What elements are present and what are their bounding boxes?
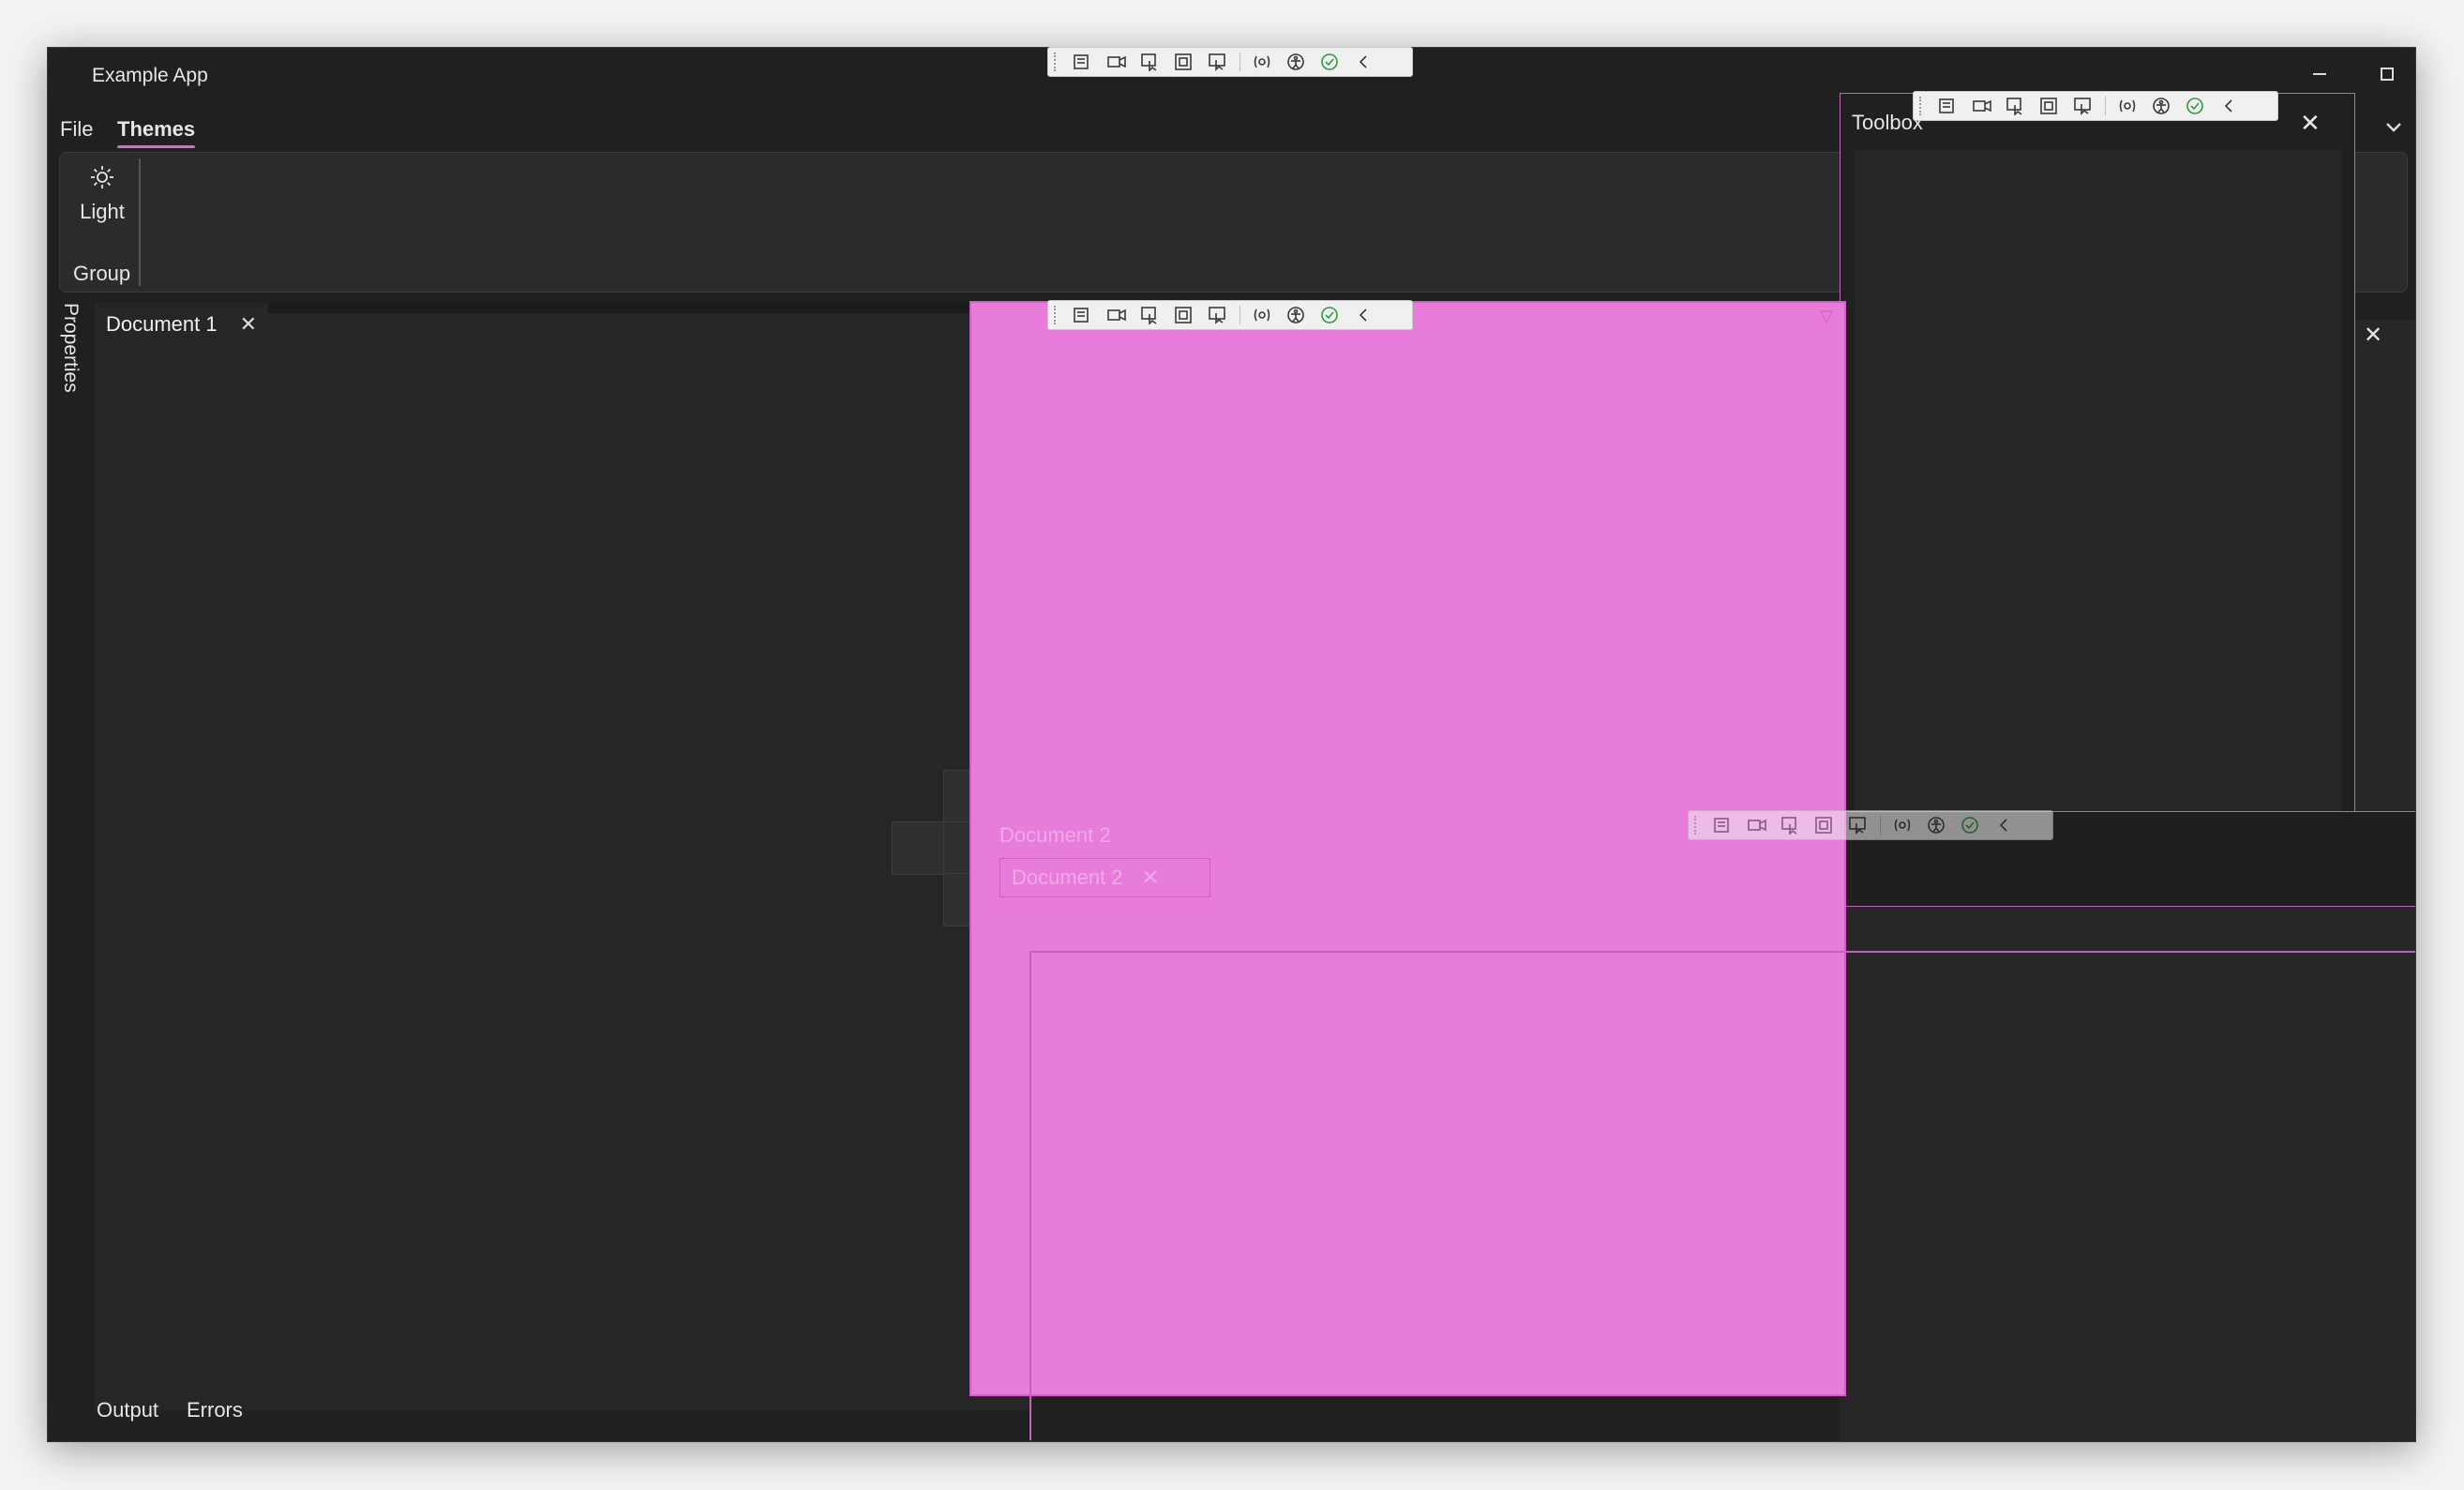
properties-sidebar-tab[interactable]: Properties	[55, 303, 83, 406]
collapse-icon[interactable]	[1351, 305, 1375, 325]
dragging-document-label: Document 2	[999, 823, 1111, 847]
minimize-icon	[2313, 73, 2326, 75]
toolbar-separator	[1880, 816, 1881, 835]
track-focus-icon[interactable]	[1206, 305, 1230, 325]
binding-failures-icon[interactable]	[1250, 52, 1274, 72]
properties-label: Properties	[60, 303, 82, 393]
record-icon[interactable]	[1104, 305, 1129, 325]
live-tree-icon[interactable]	[1936, 96, 1961, 116]
dev-toolbar-top[interactable]	[1047, 47, 1413, 77]
dock-guide-left[interactable]	[892, 821, 945, 875]
track-focus-icon[interactable]	[1846, 815, 1871, 835]
check-icon[interactable]	[1317, 305, 1342, 325]
window-title: Example App	[92, 65, 208, 86]
select-element-icon[interactable]	[1779, 815, 1803, 835]
tab-document-1-label: Document 1	[106, 312, 218, 336]
record-icon[interactable]	[1104, 52, 1129, 72]
accessibility-icon[interactable]	[1924, 815, 1948, 835]
toolbox-close-icon[interactable]: ✕	[2300, 109, 2321, 138]
dev-toolbar-floating[interactable]	[1688, 810, 2053, 840]
ribbon-separator	[139, 158, 141, 286]
toolbar-separator	[2105, 97, 2106, 115]
select-element-icon[interactable]	[1138, 52, 1163, 72]
dock-target-overlay: Document 2 Document 2 ✕	[969, 301, 1846, 1396]
collapse-icon[interactable]	[2216, 96, 2241, 116]
dragging-document-tab-label: Document 2	[1012, 865, 1123, 889]
live-tree-icon[interactable]	[1071, 52, 1095, 72]
live-tree-icon[interactable]	[1071, 305, 1095, 325]
select-element-icon[interactable]	[1138, 305, 1163, 325]
binding-failures-icon[interactable]	[2115, 96, 2140, 116]
dragging-tab-close-icon: ✕	[1141, 865, 1160, 889]
toolbox-content	[1854, 150, 2341, 844]
tab-document-1[interactable]: Document 1 ✕	[95, 303, 268, 346]
display-layout-adorners-icon[interactable]	[1172, 52, 1196, 72]
binding-failures-icon[interactable]	[1250, 305, 1274, 325]
grip-icon[interactable]	[1054, 306, 1061, 324]
pin-icon: ▽	[1820, 307, 1833, 325]
accessibility-icon[interactable]	[2149, 96, 2173, 116]
toolbox-panel: Toolbox ✕	[1840, 93, 2355, 852]
check-icon[interactable]	[2183, 96, 2207, 116]
dev-toolbar-overlay[interactable]	[1047, 300, 1413, 330]
dev-toolbar-toolbox[interactable]	[1913, 91, 2278, 121]
track-focus-icon[interactable]	[2071, 96, 2096, 116]
binding-failures-icon[interactable]	[1890, 815, 1915, 835]
sun-icon	[91, 166, 113, 188]
ribbon-group-label: Group	[73, 262, 131, 285]
check-icon[interactable]	[1317, 52, 1342, 72]
tab-errors[interactable]: Errors	[187, 1398, 243, 1422]
drag-guide-line	[1029, 953, 1031, 1440]
app-window: Example App File Themes Light Group Prop…	[47, 47, 2416, 1442]
grip-icon[interactable]	[1919, 97, 1927, 115]
light-theme-button[interactable]: Light	[69, 164, 135, 258]
display-layout-adorners-icon[interactable]	[2037, 96, 2062, 116]
grip-icon[interactable]	[1694, 816, 1702, 835]
live-tree-icon[interactable]	[1711, 815, 1735, 835]
maximize-icon	[2381, 68, 2394, 81]
chevron-down-icon[interactable]	[2384, 121, 2403, 139]
menu-themes[interactable]: Themes	[117, 117, 196, 148]
minimize-button[interactable]	[2287, 53, 2352, 95]
drag-guide-line-horizontal	[1029, 951, 2415, 953]
menu-themes-label: Themes	[117, 117, 196, 141]
maximize-button[interactable]	[2354, 53, 2415, 95]
check-icon[interactable]	[1958, 815, 1982, 835]
tab-output[interactable]: Output	[97, 1398, 158, 1422]
track-focus-icon[interactable]	[1206, 52, 1230, 72]
accessibility-icon[interactable]	[1284, 52, 1308, 72]
record-icon[interactable]	[1745, 815, 1769, 835]
record-icon[interactable]	[1970, 96, 1994, 116]
grip-icon[interactable]	[1054, 53, 1061, 71]
menu-file[interactable]: File	[60, 117, 93, 142]
select-element-icon[interactable]	[2004, 96, 2028, 116]
light-theme-label: Light	[80, 200, 125, 223]
display-layout-adorners-icon[interactable]	[1812, 815, 1837, 835]
right-pane-close-icon[interactable]: ✕	[2364, 322, 2382, 349]
collapse-icon[interactable]	[1351, 52, 1375, 72]
display-layout-adorners-icon[interactable]	[1172, 305, 1196, 325]
tab-close-icon[interactable]: ✕	[240, 312, 257, 337]
active-tab-indicator	[117, 145, 196, 148]
accessibility-icon[interactable]	[1284, 305, 1308, 325]
collapse-icon[interactable]	[1991, 815, 2016, 835]
dragging-document-tab: Document 2 ✕	[999, 858, 1210, 897]
